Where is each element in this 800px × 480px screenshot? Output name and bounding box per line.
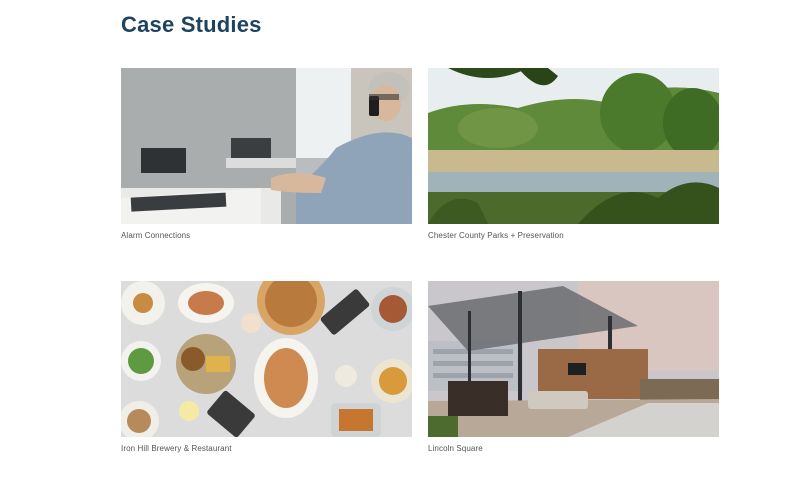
- case-study-caption[interactable]: Iron Hill Brewery & Restaurant: [121, 444, 412, 453]
- case-study-caption[interactable]: Lincoln Square: [428, 444, 719, 453]
- case-study-card-alarm-connections[interactable]: Alarm Connections: [121, 68, 412, 240]
- page-title: Case Studies: [121, 12, 262, 37]
- case-study-image[interactable]: [428, 68, 719, 224]
- rooftop-photo: [428, 281, 719, 437]
- case-study-card-lincoln-square[interactable]: Lincoln Square: [428, 281, 719, 453]
- case-study-image[interactable]: [428, 281, 719, 437]
- office-photo: [121, 68, 412, 224]
- case-study-card-iron-hill[interactable]: Iron Hill Brewery & Restaurant: [121, 281, 412, 453]
- landscape-photo: [428, 68, 719, 224]
- case-study-caption[interactable]: Chester County Parks + Preservation: [428, 231, 719, 240]
- case-study-image[interactable]: [121, 68, 412, 224]
- case-study-image[interactable]: [121, 281, 412, 437]
- case-study-card-chester-county[interactable]: Chester County Parks + Preservation: [428, 68, 719, 240]
- food-photo: [121, 281, 412, 437]
- case-study-caption[interactable]: Alarm Connections: [121, 231, 412, 240]
